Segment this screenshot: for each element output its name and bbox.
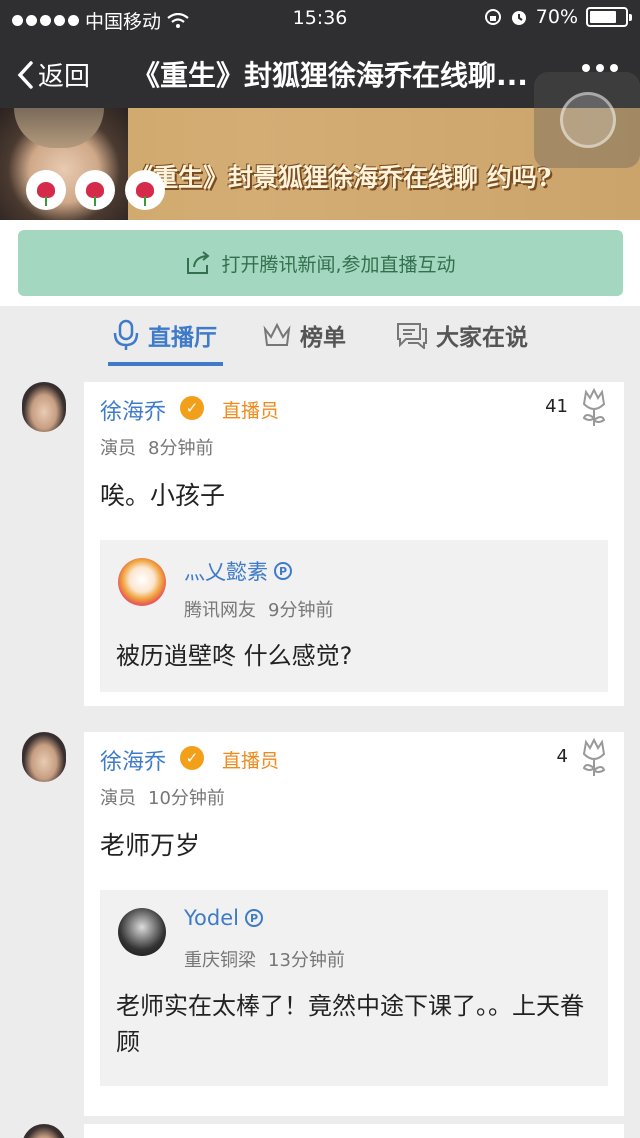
mic-icon <box>113 319 139 350</box>
chat-icon <box>397 323 427 349</box>
more-menu-button[interactable] <box>582 64 618 72</box>
like-count: 41 <box>545 396 568 417</box>
chevron-left-icon <box>17 60 33 89</box>
avatar[interactable] <box>118 558 166 606</box>
tab-everyone-says[interactable]: 大家在说 <box>396 318 528 352</box>
tab-bar: 直播厅 榜单 大家在说 <box>0 306 640 366</box>
banner-title: 《重生》封景狐狸徐海乔在线聊 约吗? <box>128 163 552 192</box>
crown-icon <box>263 322 291 346</box>
verified-icon: ✓ <box>180 746 204 770</box>
pin-icon: P <box>244 909 263 927</box>
author-name[interactable]: 徐海乔 <box>100 394 166 426</box>
back-button[interactable]: 返回 <box>16 56 90 93</box>
tab-ranking[interactable]: 榜单 <box>262 318 346 352</box>
avatar[interactable] <box>22 382 66 432</box>
post-card <box>84 1124 624 1138</box>
rotation-lock-icon <box>484 9 501 25</box>
role-badge: 直播员 <box>222 400 280 422</box>
rose-icon[interactable] <box>26 170 66 210</box>
tab-label: 直播厅 <box>148 325 217 351</box>
pin-icon: P <box>274 562 292 580</box>
author-meta: 演员 8分钟前 <box>100 438 214 459</box>
comment-message: 老师实在太棒了！竟然中途下课了。。上天眷顾 <box>116 992 584 1056</box>
tab-label: 榜单 <box>300 325 346 351</box>
tab-label: 大家在说 <box>436 325 528 351</box>
rose-icon[interactable] <box>125 170 165 210</box>
share-out-icon <box>187 251 211 274</box>
commenter-name[interactable]: 灬乂懿素 <box>184 556 268 586</box>
battery-percent: 70% <box>535 6 578 28</box>
flower-icon[interactable] <box>580 388 608 428</box>
battery-icon <box>586 7 632 27</box>
commenter-name[interactable]: Yodel <box>184 906 239 930</box>
quoted-comment: Yodel P 重庆铜梁 13分钟前 老师实在太棒了！竟然中途下课了。。上天眷顾 <box>100 890 608 1086</box>
post-card: 徐海乔 ✓ 直播员 4 演员 10分钟前 老师万岁 Yodel P 重庆铜梁 13分… <box>84 732 624 1116</box>
post-message: 老师万岁 <box>100 831 201 860</box>
avatar[interactable] <box>118 908 166 956</box>
assistive-touch-button[interactable] <box>534 72 640 168</box>
post-message: 唉。小孩子 <box>100 481 226 510</box>
page-title: 《重生》封狐狸徐海乔在线聊... <box>132 59 528 92</box>
status-bar: 中国移动 15:36 70% <box>0 0 640 36</box>
open-news-label: 打开腾讯新闻,参加直播互动 <box>221 253 456 276</box>
author-meta: 演员 10分钟前 <box>100 788 225 809</box>
tab-live-hall[interactable]: 直播厅 <box>112 318 217 352</box>
post-card: 徐海乔 ✓ 直播员 41 演员 8分钟前 唉。小孩子 灬乂懿素 P 腾讯网友 9分钟… <box>84 382 624 706</box>
comment-message: 被历逍壁咚 什么感觉? <box>116 642 353 670</box>
avatar[interactable] <box>22 732 66 782</box>
rose-icon[interactable] <box>75 170 115 210</box>
like-count: 4 <box>556 746 568 767</box>
author-name[interactable]: 徐海乔 <box>100 744 166 776</box>
quoted-comment: 灬乂懿素 P 腾讯网友 9分钟前 被历逍壁咚 什么感觉? <box>100 540 608 692</box>
avatar[interactable] <box>22 1124 66 1138</box>
commenter-meta: 重庆铜梁 13分钟前 <box>184 950 345 971</box>
alarm-icon <box>511 11 526 25</box>
flower-icon[interactable] <box>580 738 608 778</box>
verified-icon: ✓ <box>180 396 204 420</box>
back-label: 返回 <box>38 62 91 92</box>
active-tab-indicator <box>108 362 223 366</box>
open-news-button[interactable]: 打开腾讯新闻,参加直播互动 <box>18 230 623 296</box>
role-badge: 直播员 <box>222 750 280 772</box>
commenter-meta: 腾讯网友 9分钟前 <box>184 600 334 621</box>
